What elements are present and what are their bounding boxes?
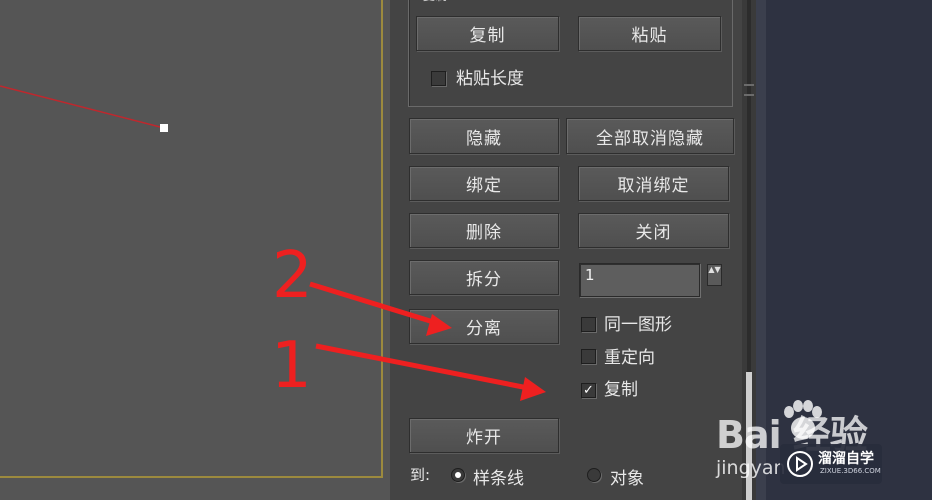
liuliu-watermark: 溜溜自学 ZIXUE.3D66.COM bbox=[780, 444, 882, 484]
selected-vertex[interactable] bbox=[160, 124, 168, 132]
paste-length-checkbox[interactable] bbox=[431, 71, 446, 86]
copy-option-label: 复制 bbox=[604, 380, 638, 400]
same-shape-checkbox[interactable] bbox=[581, 317, 596, 332]
spline-radio-label: 样条线 bbox=[473, 469, 524, 489]
liuliu-url: ZIXUE.3D66.COM bbox=[820, 467, 881, 475]
spline-object[interactable] bbox=[0, 0, 390, 500]
explode-to-label: 到: bbox=[410, 466, 431, 484]
close-button[interactable]: 关闭 bbox=[578, 213, 729, 248]
copy-checkbox[interactable]: ✓ bbox=[581, 383, 596, 398]
copy-button[interactable]: 复制 bbox=[416, 16, 559, 51]
scrollbar-grip[interactable] bbox=[744, 84, 754, 96]
divide-count-input[interactable]: 1 bbox=[579, 263, 700, 297]
reorient-label: 重定向 bbox=[604, 348, 655, 368]
play-logo-icon bbox=[787, 451, 813, 477]
object-radio-label: 对象 bbox=[610, 469, 644, 489]
object-radio[interactable] bbox=[587, 468, 601, 482]
explode-button[interactable]: 炸开 bbox=[409, 418, 559, 453]
paste-length-label: 粘贴长度 bbox=[456, 69, 524, 89]
bind-button[interactable]: 绑定 bbox=[409, 166, 559, 201]
reorient-checkbox[interactable] bbox=[581, 349, 596, 364]
spline-radio[interactable] bbox=[451, 468, 465, 482]
unhide-all-button[interactable]: 全部取消隐藏 bbox=[566, 118, 734, 154]
divide-button[interactable]: 拆分 bbox=[409, 260, 559, 295]
delete-button[interactable]: 删除 bbox=[409, 213, 559, 248]
divide-count-spinner-arrows[interactable]: ▲▼ bbox=[707, 264, 722, 286]
annotation-step-1: 1 bbox=[271, 329, 312, 403]
hide-button[interactable]: 隐藏 bbox=[409, 118, 559, 154]
liuliu-name: 溜溜自学 bbox=[818, 451, 874, 467]
jingyan-url-watermark: jingyan bbox=[716, 457, 786, 479]
baidu-paw-icon bbox=[784, 400, 822, 439]
clipboard-group-title: 复制 bbox=[423, 0, 447, 4]
spline-segment bbox=[0, 85, 165, 129]
viewport[interactable] bbox=[0, 0, 390, 500]
annotation-step-2: 2 bbox=[272, 239, 313, 313]
checkmark-icon: ✓ bbox=[583, 383, 594, 398]
detach-button[interactable]: 分离 bbox=[409, 309, 559, 344]
same-shape-label: 同一图形 bbox=[604, 315, 672, 335]
paste-button[interactable]: 粘贴 bbox=[578, 16, 721, 51]
unbind-button[interactable]: 取消绑定 bbox=[578, 166, 729, 201]
